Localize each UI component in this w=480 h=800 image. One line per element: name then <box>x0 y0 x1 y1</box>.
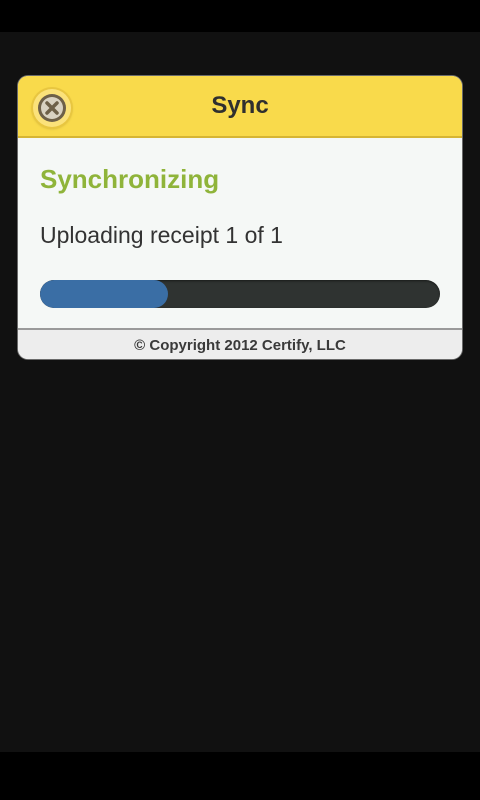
dialog-header: Sync <box>18 76 462 138</box>
dialog-title: Sync <box>211 92 269 119</box>
progress-bar-fill <box>40 280 168 308</box>
copyright-text: © Copyright 2012 Certify, LLC <box>134 337 346 354</box>
progress-bar <box>40 280 440 308</box>
sync-dialog: Sync Synchronizing Uploading receipt 1 o… <box>18 76 462 359</box>
dialog-body: Synchronizing Uploading receipt 1 of 1 <box>18 138 462 328</box>
status-heading: Synchronizing <box>40 164 220 194</box>
device-screen: Sync Synchronizing Uploading receipt 1 o… <box>0 0 480 800</box>
dialog-footer: © Copyright 2012 Certify, LLC <box>18 328 462 359</box>
status-message: Uploading receipt 1 of 1 <box>40 222 283 248</box>
